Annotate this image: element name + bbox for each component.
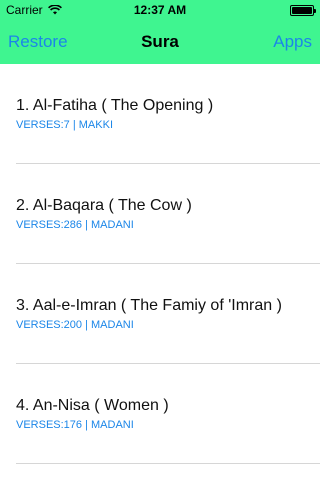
status-time: 12:37 AM <box>133 3 187 17</box>
sura-meta: VERSES:286 | MADANI <box>16 219 134 231</box>
sura-meta: VERSES:7 | MAKKI <box>16 119 114 131</box>
sura-meta: VERSES:176 | MADANI <box>16 419 134 431</box>
list-item[interactable]: 1. Al-Fatiha ( The Opening ) VERSES:7 | … <box>16 64 320 164</box>
top-bar: Carrier 12:37 AM Restore Sura Apps <box>0 0 320 64</box>
sura-meta: VERSES:200 | MADANI <box>16 319 134 331</box>
sura-title: 1. Al-Fatiha ( The Opening ) <box>16 97 214 114</box>
sura-title: 3. Aal-e-Imran ( The Famiy of 'Imran ) <box>16 297 282 314</box>
list-item[interactable]: 4. An-Nisa ( Women ) VERSES:176 | MADANI <box>16 364 320 464</box>
sura-title: 2. Al-Baqara ( The Cow ) <box>16 197 192 214</box>
battery-fill <box>292 7 312 14</box>
list-item[interactable]: 3. Aal-e-Imran ( The Famiy of 'Imran ) V… <box>16 264 320 364</box>
navigation-bar: Restore Sura Apps <box>0 20 320 64</box>
page-title: Sura <box>141 32 179 51</box>
status-bar: Carrier 12:37 AM <box>0 0 320 20</box>
sura-list[interactable]: 1. Al-Fatiha ( The Opening ) VERSES:7 | … <box>0 64 320 480</box>
apps-button[interactable]: Apps <box>273 32 312 52</box>
battery-icon <box>290 5 316 16</box>
battery-nub <box>314 9 316 13</box>
list-item[interactable]: 2. Al-Baqara ( The Cow ) VERSES:286 | MA… <box>16 164 320 264</box>
sura-title: 4. An-Nisa ( Women ) <box>16 397 169 414</box>
screen: Carrier 12:37 AM Restore Sura Apps 1. Al… <box>0 0 320 480</box>
